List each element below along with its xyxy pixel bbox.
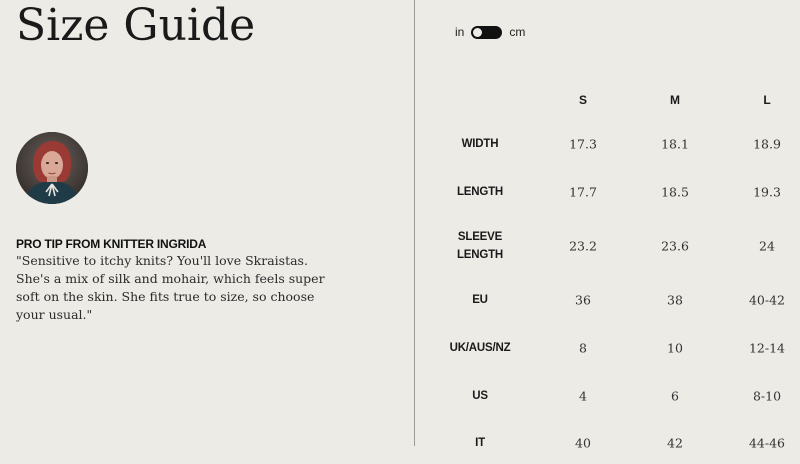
table-cell: 8 xyxy=(579,340,587,356)
table-cell: 18.9 xyxy=(753,136,781,152)
row-label-line: IT xyxy=(475,437,485,449)
page-title: Size Guide xyxy=(16,0,256,51)
row-label: WIDTH xyxy=(462,135,499,153)
column-header-l: L xyxy=(763,93,771,107)
row-label-line: EU xyxy=(472,294,488,306)
table-cell: 17.7 xyxy=(569,184,597,200)
tip-heading: PRO TIP FROM KNITTER INGRIDA xyxy=(16,237,207,251)
table-cell: 8-10 xyxy=(752,388,782,404)
table-cell: 42 xyxy=(667,435,683,451)
knitter-avatar xyxy=(16,132,88,204)
row-label: SLEEVE LENGTH xyxy=(457,228,503,264)
size-table: S M L WIDTH 17.3 18.1 18.9 LENGTH 17.7 18.5 19.3 SL… xyxy=(415,0,800,464)
column-header-s: S xyxy=(578,93,588,107)
table-cell: 4 xyxy=(579,388,587,404)
row-label: UK/AUS/NZ xyxy=(450,339,511,357)
table-cell: 23.2 xyxy=(569,238,597,254)
table-cell: 18.1 xyxy=(661,136,689,152)
table-cell: 19.3 xyxy=(753,184,781,200)
table-cell: 18.5 xyxy=(661,184,689,200)
row-label-line: LENGTH xyxy=(456,249,504,261)
row-label-line: UK/AUS/NZ xyxy=(449,342,511,354)
row-label-line: SLEEVE xyxy=(457,231,503,243)
table-cell: 10 xyxy=(667,340,683,356)
column-header-m: M xyxy=(670,93,680,107)
table-cell: 40 xyxy=(575,435,591,451)
table-cell: 40-42 xyxy=(748,292,786,308)
table-cell: 44-46 xyxy=(748,435,786,451)
row-label-line: US xyxy=(472,390,488,402)
knitter-portrait-icon xyxy=(16,132,88,204)
table-cell: 24 xyxy=(759,238,775,254)
table-cell: 36 xyxy=(575,292,591,308)
table-cell: 6 xyxy=(671,388,679,404)
row-label: EU xyxy=(472,291,488,309)
left-panel: Size Guide PRO TIP FROM KNITTER INGRIDA … xyxy=(0,0,414,464)
table-cell: 23.6 xyxy=(661,238,689,254)
table-cell: 17.3 xyxy=(569,136,597,152)
table-cell: 12-14 xyxy=(748,340,786,356)
row-label: IT xyxy=(475,434,485,452)
table-cell: 38 xyxy=(667,292,683,308)
row-label: LENGTH xyxy=(457,183,503,201)
row-label-line: LENGTH xyxy=(456,186,504,198)
row-label-line: WIDTH xyxy=(461,138,499,150)
row-label: US xyxy=(472,387,488,405)
tip-body: "Sensitive to itchy knits? You'll love S… xyxy=(16,253,325,322)
